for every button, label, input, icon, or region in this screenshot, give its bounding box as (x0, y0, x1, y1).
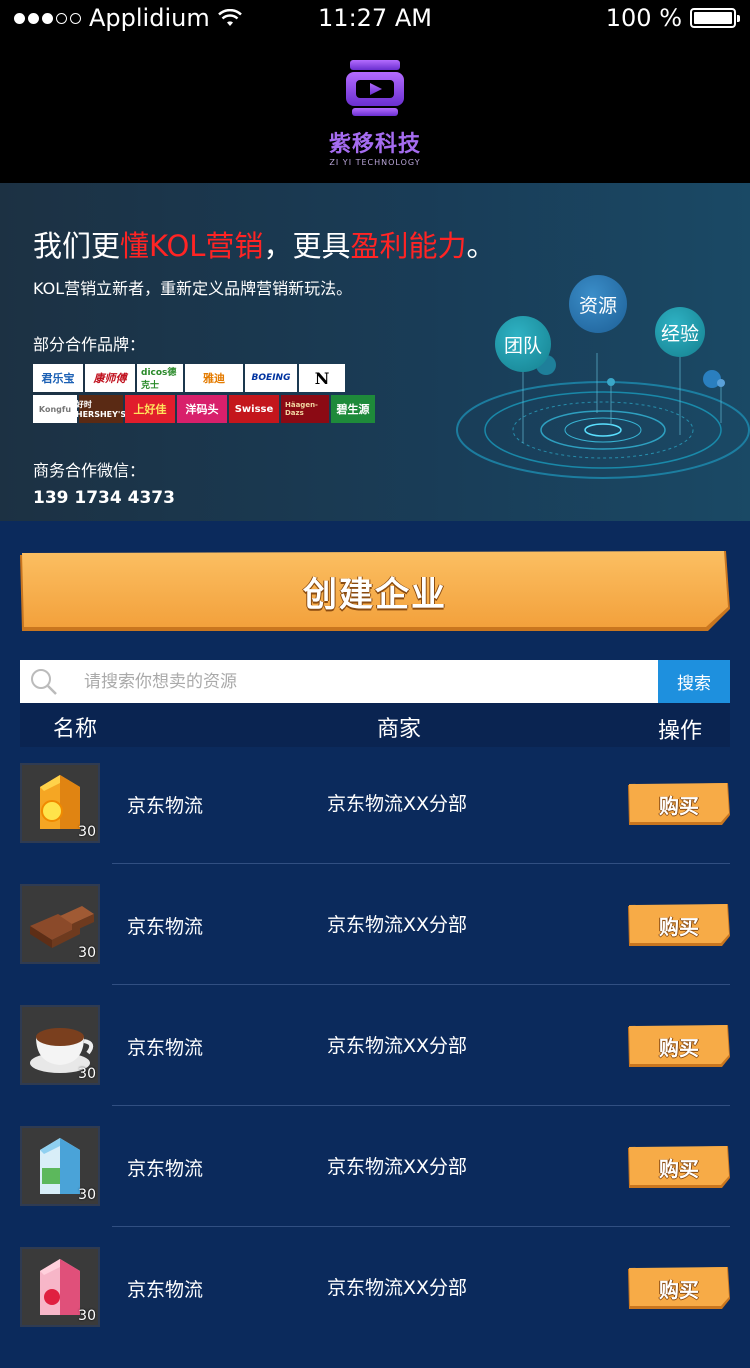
item-name: 京东物流 (127, 1037, 204, 1059)
buy-button[interactable]: 购买 (628, 904, 730, 946)
brand-logo: 君乐宝 (33, 364, 83, 392)
table-header: 名称 商家 操作 (20, 703, 730, 747)
status-bar: Applidium 11:27 AM 100 % (0, 0, 750, 40)
headline-part: 。 (466, 229, 496, 263)
row-divider (112, 984, 730, 985)
column-header-name: 名称 (53, 717, 98, 742)
radar-graphic (456, 353, 750, 479)
table-row: 30 京东物流 京东物流XX分部 购买 (20, 1247, 730, 1368)
brand-logo: Swisse (229, 395, 279, 423)
table-row: 30 京东物流 京东物流XX分部 购买 (20, 884, 730, 1005)
headline-part: ，更具 (263, 229, 351, 263)
item-merchant: 京东物流XX分部 (327, 1156, 468, 1178)
brand-logo-list: 君乐宝 康师傅 dicos德克士 雅迪 BOEING N Kongfu 好时HE… (33, 364, 378, 423)
item-count: 30 (78, 824, 96, 840)
brand-logo: dicos德克士 (137, 364, 183, 392)
item-count: 30 (78, 1066, 96, 1082)
search-icon (31, 669, 57, 695)
row-divider (112, 1105, 730, 1106)
battery-icon (690, 8, 740, 28)
item-name: 京东物流 (127, 1279, 204, 1301)
chocolate-icon: 30 (20, 884, 100, 964)
logo-subtitle: ZI YI TECHNOLOGY (329, 158, 421, 167)
buy-label: 购买 (659, 914, 699, 939)
partners-label: 部分合作品牌： (33, 335, 146, 354)
headline-highlight: 盈利能力 (350, 229, 467, 263)
milk-carton-icon: 30 (20, 1126, 100, 1206)
resource-circle: 资源 (569, 275, 627, 333)
item-merchant: 京东物流XX分部 (327, 793, 468, 815)
search-bar: 搜索 (20, 660, 730, 703)
brand-logo: N (299, 364, 345, 392)
headline-part: 我们更 (33, 229, 121, 263)
table-row: 30 京东物流 京东物流XX分部 购买 (20, 763, 730, 884)
brand-logo: 上好佳 (125, 395, 175, 423)
buy-label: 购买 (659, 793, 699, 818)
brand-logo: 好时HERSHEY'S (76, 395, 126, 423)
row-divider (112, 863, 730, 864)
banner-subline: KOL营销立新者，重新定义品牌营销新玩法。 (33, 279, 353, 298)
team-circle: 团队 (495, 316, 551, 372)
brand-logo: 洋码头 (177, 395, 227, 423)
buy-label: 购买 (659, 1156, 699, 1181)
column-header-action: 操作 (658, 719, 703, 744)
brand-logo: Häagen-Dazs (281, 395, 329, 423)
brand-logo: 紫移科技 ZI YI TECHNOLOGY (300, 54, 450, 167)
item-merchant: 京东物流XX分部 (327, 1035, 468, 1057)
brand-logo: 康师傅 (85, 364, 135, 392)
create-enterprise-label: 创建企业 (303, 574, 447, 615)
headline-highlight: 懂KOL营销 (120, 229, 264, 263)
app-header: 紫移科技 ZI YI TECHNOLOGY (0, 40, 750, 183)
buy-button[interactable]: 购买 (628, 1267, 730, 1309)
banner-headline: 我们更懂KOL营销，更具盈利能力。 (33, 223, 495, 265)
table-row: 30 京东物流 京东物流XX分部 购买 (20, 1005, 730, 1126)
experience-circle: 经验 (655, 307, 705, 357)
item-name: 京东物流 (127, 795, 204, 817)
buy-label: 购买 (659, 1277, 699, 1302)
item-name: 京东物流 (127, 916, 204, 938)
battery-percent: 100 % (605, 4, 682, 32)
brand-logo: Kongfu (33, 395, 77, 423)
promo-banner: 我们更懂KOL营销，更具盈利能力。 KOL营销立新者，重新定义品牌营销新玩法。 … (0, 183, 750, 521)
search-button[interactable]: 搜索 (658, 660, 730, 703)
buy-label: 购买 (659, 1035, 699, 1060)
create-enterprise-button[interactable]: 创建企业 (20, 551, 730, 631)
item-count: 30 (78, 945, 96, 961)
column-header-merchant: 商家 (377, 717, 422, 742)
wechat-label: 商务合作微信： (33, 461, 146, 480)
search-input[interactable] (84, 660, 654, 703)
wechat-phone: 139 1734 4373 (33, 488, 175, 508)
coffee-cup-icon: 30 (20, 1005, 100, 1085)
logo-name: 紫移科技 (328, 132, 421, 157)
juice-carton-icon: 30 (20, 763, 100, 843)
brand-logo: BOEING (245, 364, 297, 392)
brand-logo: 雅迪 (185, 364, 243, 392)
logo-mark-icon (346, 60, 404, 116)
brand-logo: 碧生源 (331, 395, 375, 423)
strawberry-milk-icon: 30 (20, 1247, 100, 1327)
buy-button[interactable]: 购买 (628, 1025, 730, 1067)
buy-button[interactable]: 购买 (628, 1146, 730, 1188)
row-divider (112, 1226, 730, 1227)
battery-group: 100 % (605, 4, 740, 32)
item-count: 30 (78, 1187, 96, 1203)
item-count: 30 (78, 1308, 96, 1324)
item-merchant: 京东物流XX分部 (327, 914, 468, 936)
table-row: 30 京东物流 京东物流XX分部 购买 (20, 1126, 730, 1247)
item-merchant: 京东物流XX分部 (327, 1277, 468, 1299)
buy-button[interactable]: 购买 (628, 783, 730, 825)
item-name: 京东物流 (127, 1158, 204, 1180)
